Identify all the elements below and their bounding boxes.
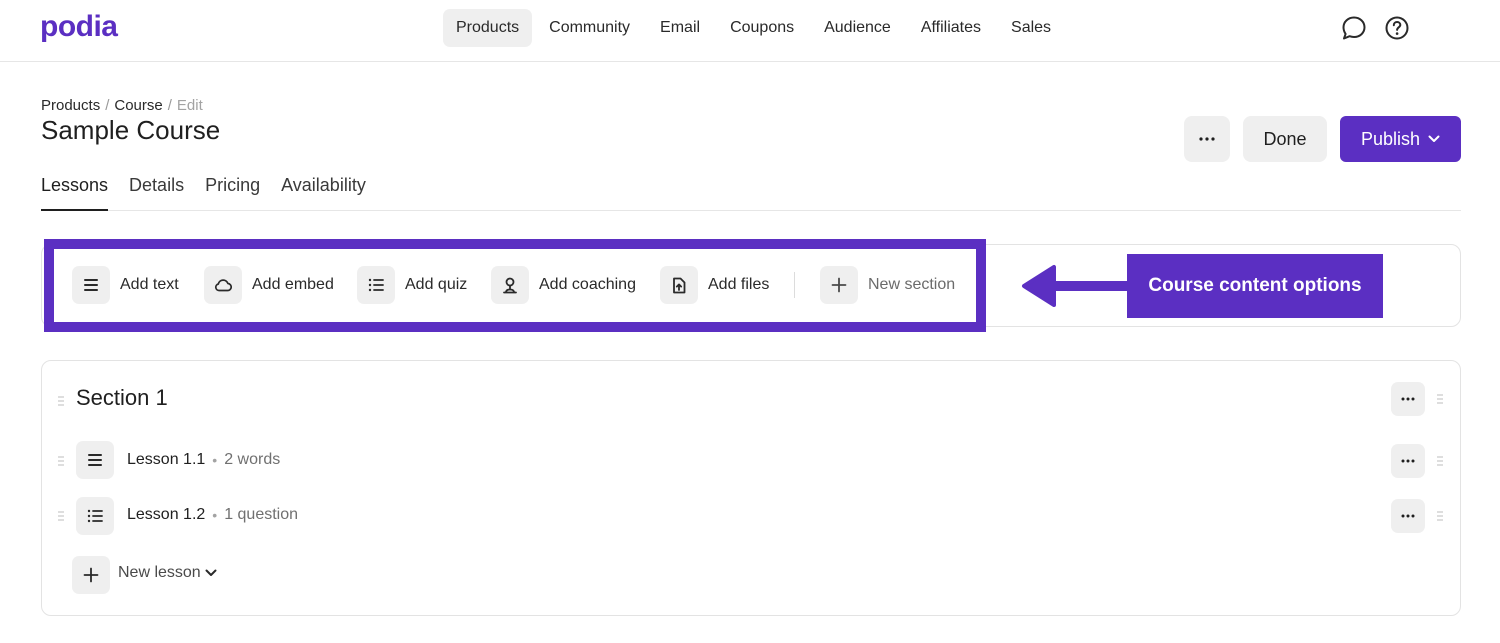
tab-lessons[interactable]: Lessons — [41, 172, 109, 211]
person-icon — [491, 266, 529, 304]
new-section-label: New section — [868, 276, 956, 293]
drag-handle-icon[interactable] — [57, 455, 65, 467]
plus-icon — [820, 266, 858, 304]
ellipsis-icon — [1401, 397, 1415, 401]
left-arrow-icon — [1022, 265, 1130, 307]
list-icon — [76, 497, 114, 535]
lesson-title: Lesson 1.2 — [127, 506, 206, 523]
nav-item-sales[interactable]: Sales — [998, 9, 1064, 47]
text-lines-icon — [76, 441, 114, 479]
chat-icon[interactable] — [1341, 15, 1367, 41]
cloud-icon — [204, 266, 242, 304]
ellipsis-icon — [1401, 514, 1415, 518]
lesson-more-button[interactable] — [1391, 499, 1425, 533]
drag-handle-icon[interactable] — [1436, 510, 1444, 522]
breadcrumb-separator: / — [105, 97, 110, 114]
podia-logo[interactable]: podia — [40, 10, 118, 44]
drag-handle-icon[interactable] — [1436, 393, 1444, 405]
toolbar-divider — [794, 272, 795, 298]
plus-icon — [83, 567, 99, 583]
done-button[interactable]: Done — [1243, 116, 1327, 162]
nav-item-affiliates[interactable]: Affiliates — [908, 9, 994, 47]
publish-label: Publish — [1360, 128, 1421, 149]
drag-handle-icon[interactable] — [1436, 455, 1444, 467]
main-nav: Products Community Email Coupons Audienc… — [443, 9, 1068, 47]
list-icon — [357, 266, 395, 304]
tab-pricing[interactable]: Pricing — [205, 172, 260, 211]
add-coaching-label: Add coaching — [539, 276, 636, 293]
add-text-label: Add text — [120, 276, 179, 293]
breadcrumb-course[interactable]: Course — [114, 97, 162, 114]
section-card — [41, 360, 1461, 616]
breadcrumb-products[interactable]: Products — [41, 97, 100, 114]
breadcrumb-separator: / — [167, 97, 172, 114]
help-icon[interactable] — [1384, 15, 1410, 41]
add-text-button[interactable]: Add text — [72, 266, 179, 304]
file-upload-icon — [660, 266, 698, 304]
section-title: Section 1 — [76, 385, 168, 410]
add-coaching-button[interactable]: Add coaching — [491, 266, 636, 304]
add-files-label: Add files — [708, 276, 770, 293]
meta-separator: • — [212, 507, 218, 523]
lesson-row[interactable]: Lesson 1.1 • 2 words — [127, 451, 280, 469]
add-embed-label: Add embed — [252, 276, 334, 293]
tab-availability[interactable]: Availability — [281, 172, 366, 211]
ellipsis-icon — [1401, 459, 1415, 463]
lesson-meta: 1 question — [224, 506, 299, 523]
nav-item-audience[interactable]: Audience — [811, 9, 904, 47]
course-tabs: Lessons Details Pricing Availability — [41, 172, 1461, 211]
new-section-button[interactable]: New section — [820, 266, 955, 304]
text-lines-icon — [72, 266, 110, 304]
add-quiz-label: Add quiz — [405, 276, 468, 293]
section-more-button[interactable] — [1391, 382, 1425, 416]
breadcrumb: Products / Course / Edit — [41, 97, 203, 114]
lesson-meta: 2 words — [224, 451, 281, 468]
new-lesson-dropdown[interactable]: New lesson — [118, 564, 217, 582]
nav-item-coupons[interactable]: Coupons — [717, 9, 807, 47]
new-lesson-plus-button[interactable] — [72, 556, 110, 594]
top-nav-bar: podia Products Community Email Coupons A… — [0, 0, 1500, 62]
nav-item-email[interactable]: Email — [647, 9, 713, 47]
add-quiz-button[interactable]: Add quiz — [357, 266, 467, 304]
more-options-button[interactable] — [1184, 116, 1230, 162]
meta-separator: • — [212, 452, 218, 468]
tab-details[interactable]: Details — [129, 172, 184, 211]
drag-handle-icon[interactable] — [57, 510, 65, 522]
breadcrumb-edit: Edit — [176, 97, 203, 114]
lesson-row[interactable]: Lesson 1.2 • 1 question — [127, 506, 298, 524]
drag-handle-icon[interactable] — [57, 395, 65, 407]
add-embed-button[interactable]: Add embed — [204, 266, 334, 304]
nav-item-community[interactable]: Community — [536, 9, 643, 47]
course-content-options-callout: Course content options — [1127, 254, 1383, 318]
nav-item-products[interactable]: Products — [443, 9, 533, 47]
page-title: Sample Course — [41, 115, 221, 145]
add-files-button[interactable]: Add files — [660, 266, 769, 304]
chevron-down-icon — [205, 569, 217, 576]
publish-button[interactable]: Publish — [1340, 116, 1461, 162]
lesson-more-button[interactable] — [1391, 444, 1425, 478]
chevron-down-icon — [1428, 135, 1440, 142]
lesson-title: Lesson 1.1 — [127, 451, 206, 468]
ellipsis-icon — [1199, 137, 1215, 141]
new-lesson-label: New lesson — [118, 564, 201, 581]
